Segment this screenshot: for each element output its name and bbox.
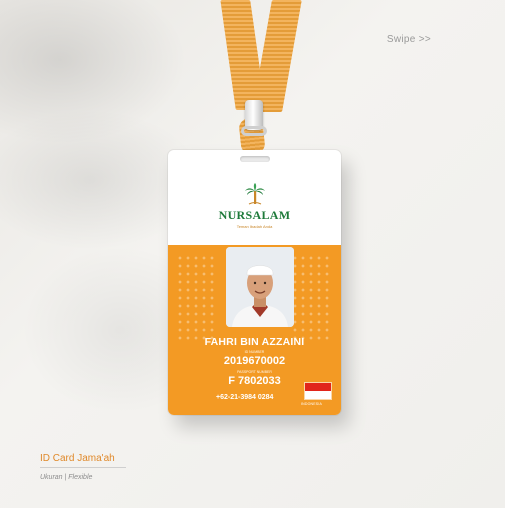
brand-logo: NURSALAM Teman Ibadah Anda [168,182,341,229]
passport-label: PASSPORT NUMBER [237,370,272,374]
member-photo [226,247,294,327]
pattern-left [176,254,218,340]
id-card: NURSALAM Teman Ibadah Anda FAHRI BIN AZZ… [168,150,341,415]
member-name: FAHRI BIN AZZAINI [204,336,305,348]
swipe-hint[interactable]: Swipe >> [387,34,431,45]
card-slot [240,156,270,162]
product-subtitle: Ukuran | Flexible [40,474,93,481]
palm-tree-icon [244,183,265,205]
country-label: INDONESIA [301,402,323,406]
brand-name: NURSALAM [218,208,291,222]
person-portrait [226,247,294,327]
brand-tagline: Teman Ibadah Anda [236,224,273,229]
indonesia-flag-icon [305,383,331,399]
id-number-label: ID NUMBER [244,350,265,354]
id-number: 2019670002 [223,355,286,367]
product-title: ID Card Jama'ah [40,453,115,464]
divider [40,467,126,468]
lanyard-ring [241,126,267,136]
pattern-right [291,254,333,340]
phone-number: +62-21-3984 0284 [216,394,274,401]
